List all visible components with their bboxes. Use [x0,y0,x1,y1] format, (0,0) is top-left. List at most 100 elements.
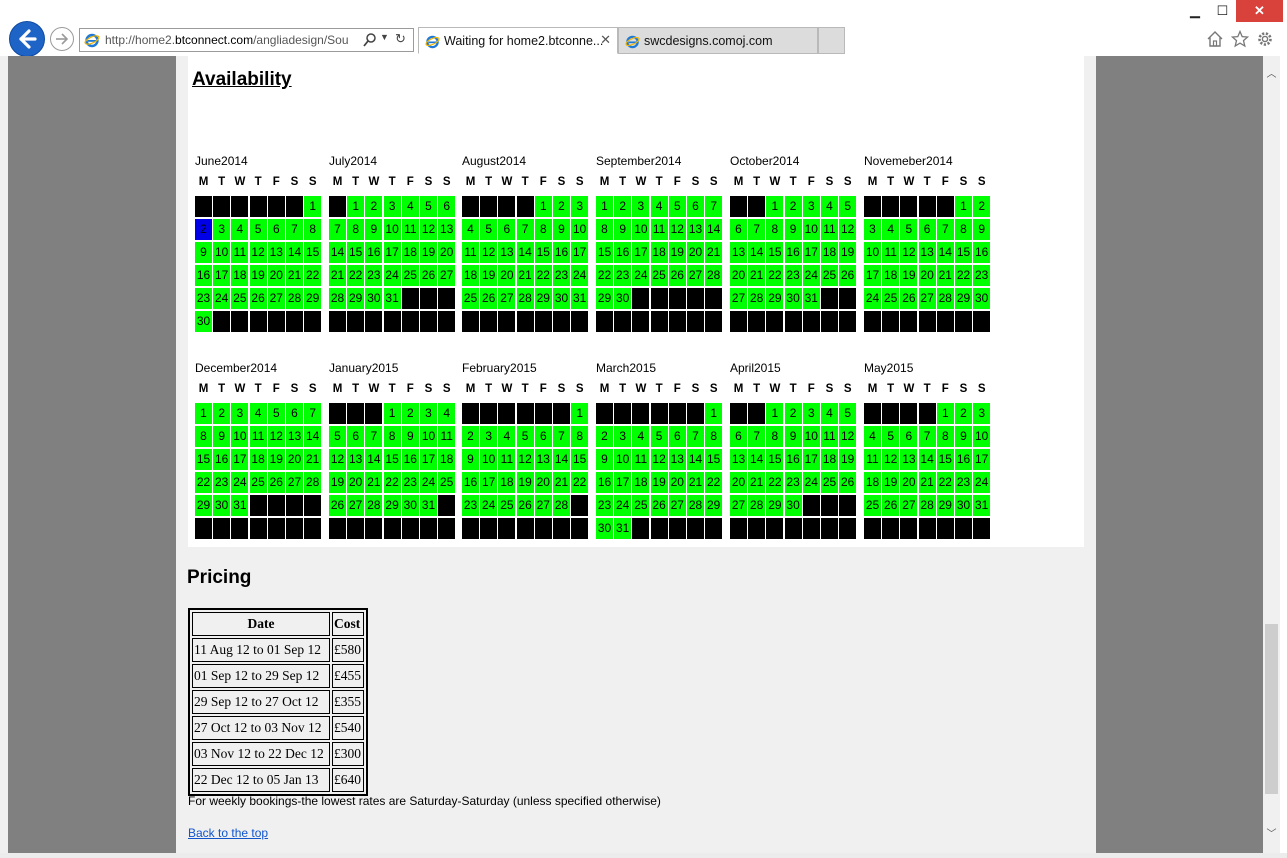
calendar-day[interactable]: 21 [705,242,723,263]
calendar-day[interactable]: 19 [839,242,857,263]
calendar-day[interactable]: 16 [195,265,212,286]
close-tab-icon[interactable]: ✕ [600,32,611,48]
calendar-day[interactable]: 25 [249,472,267,493]
calendar-day[interactable]: 28 [304,472,322,493]
calendar-day[interactable]: 20 [918,265,936,286]
calendar-day[interactable]: 29 [766,288,784,309]
calendar-day[interactable]: 9 [955,426,972,447]
calendar-day[interactable]: 17 [802,242,820,263]
calendar-day[interactable]: 11 [821,219,838,240]
calendar-day[interactable]: 12 [480,242,498,263]
calendar-day[interactable]: 9 [614,219,632,240]
calendar-day[interactable]: 26 [420,265,437,286]
back-button[interactable] [9,21,45,57]
calendar-day[interactable]: 26 [480,288,498,309]
calendar-day[interactable]: 1 [534,196,552,217]
calendar-day[interactable]: 13 [286,426,303,447]
calendar-day[interactable]: 2 [784,403,802,424]
calendar-day[interactable]: 5 [329,426,346,447]
calendar-day[interactable]: 4 [882,219,900,240]
calendar-day[interactable]: 11 [650,219,668,240]
calendar-day[interactable]: 28 [748,288,766,309]
calendar-day[interactable]: 30 [973,288,991,309]
calendar-day[interactable]: 6 [918,219,936,240]
calendar-day[interactable]: 26 [516,495,534,516]
calendar-day[interactable]: 11 [249,426,267,447]
close-window-button[interactable]: ✕ [1236,0,1283,22]
calendar-day[interactable]: 2 [553,196,570,217]
calendar-day[interactable]: 11 [882,242,900,263]
calendar-day[interactable]: 27 [730,288,747,309]
address-bar[interactable]: http://home2.btconnect.com/angliadesign/… [79,28,414,52]
back-to-top-link[interactable]: Back to the top [188,826,268,840]
calendar-day[interactable]: 9 [365,219,383,240]
calendar-day[interactable]: 1 [596,196,613,217]
calendar-day[interactable]: 11 [462,242,479,263]
calendar-day[interactable]: 23 [553,265,570,286]
calendar-day[interactable]: 7 [286,219,303,240]
calendar-day[interactable]: 25 [882,288,900,309]
calendar-day[interactable]: 8 [955,219,972,240]
calendar-day[interactable]: 5 [267,403,285,424]
calendar-day[interactable]: 25 [438,472,456,493]
calendar-day[interactable]: 2 [614,196,632,217]
calendar-day[interactable]: 14 [286,242,303,263]
calendar-day[interactable]: 10 [480,449,498,470]
calendar-day[interactable]: 3 [480,426,498,447]
calendar-day[interactable]: 7 [748,426,766,447]
calendar-day[interactable]: 3 [420,403,437,424]
calendar-day[interactable]: 23 [784,472,802,493]
calendar-day[interactable]: 30 [195,311,212,332]
calendar-day[interactable]: 1 [304,196,322,217]
calendar-day[interactable]: 14 [329,242,346,263]
calendar-day[interactable]: 28 [918,495,936,516]
calendar-day[interactable]: 17 [973,449,991,470]
calendar-day[interactable]: 18 [231,265,249,286]
calendar-day[interactable]: 24 [571,265,589,286]
calendar-day[interactable]: 3 [864,219,881,240]
calendar-day[interactable]: 27 [730,495,747,516]
calendar-day[interactable]: 15 [195,449,212,470]
calendar-day[interactable]: 31 [383,288,401,309]
calendar-day[interactable]: 9 [553,219,570,240]
calendar-day[interactable]: 7 [748,219,766,240]
calendar-day[interactable]: 31 [614,518,632,539]
new-tab-button[interactable] [818,27,845,54]
calendar-day[interactable]: 17 [420,449,437,470]
vertical-scrollbar[interactable]: ︿ ﹀ [1263,56,1280,853]
calendar-day[interactable]: 5 [249,219,267,240]
calendar-day[interactable]: 7 [553,426,570,447]
calendar-day[interactable]: 16 [365,242,383,263]
calendar-day[interactable]: 18 [401,242,419,263]
calendar-day[interactable]: 28 [553,495,570,516]
calendar-day[interactable]: 18 [249,449,267,470]
calendar-day[interactable]: 9 [596,449,613,470]
calendar-day[interactable]: 9 [973,219,991,240]
calendar-day[interactable]: 24 [614,495,632,516]
calendar-day[interactable]: 21 [286,265,303,286]
calendar-day[interactable]: 18 [632,472,650,493]
calendar-day[interactable]: 15 [571,449,589,470]
calendar-day[interactable]: 10 [973,426,991,447]
calendar-day[interactable]: 4 [821,196,838,217]
calendar-day[interactable]: 10 [802,219,820,240]
maximize-button[interactable]: ☐ [1210,0,1235,22]
calendar-day[interactable]: 18 [864,472,881,493]
calendar-day[interactable]: 20 [498,265,516,286]
calendar-day[interactable]: 14 [553,449,570,470]
calendar-day[interactable]: 23 [955,472,972,493]
calendar-day[interactable]: 13 [534,449,552,470]
calendar-day[interactable]: 4 [650,196,668,217]
calendar-day[interactable]: 26 [839,265,857,286]
calendar-day[interactable]: 15 [534,242,552,263]
calendar-day[interactable]: 20 [347,472,365,493]
calendar-day[interactable]: 29 [304,288,322,309]
calendar-day[interactable]: 27 [498,288,516,309]
calendar-day[interactable]: 14 [705,219,723,240]
calendar-day[interactable]: 25 [864,495,881,516]
calendar-day[interactable]: 23 [462,495,479,516]
calendar-day[interactable]: 12 [668,219,686,240]
calendar-day[interactable]: 10 [802,426,820,447]
calendar-day[interactable]: 22 [347,265,365,286]
calendar-day[interactable]: 5 [650,426,668,447]
